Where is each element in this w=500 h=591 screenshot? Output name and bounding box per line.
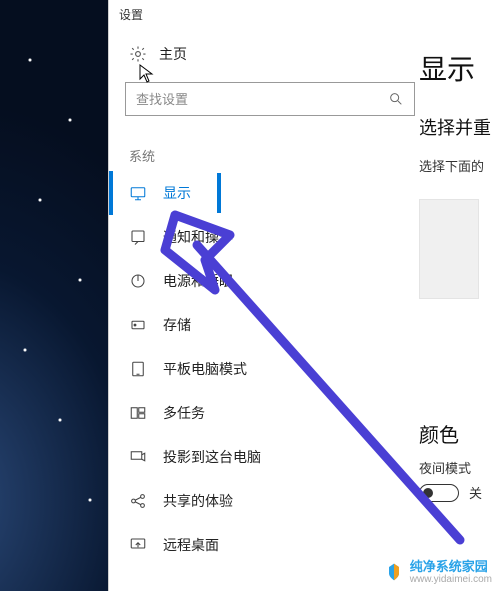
gear-icon [129,45,147,63]
sidebar-item-project[interactable]: 投影到这台电脑 [109,435,419,479]
watermark: 纯净系统家园 www.yidaimei.com [380,558,496,587]
watermark-name: 纯净系统家园 [410,560,492,574]
project-icon [129,448,147,466]
sidebar-item-label: 多任务 [163,403,205,423]
window-title: 设置 [119,6,143,23]
sidebar-item-label: 存储 [163,315,191,335]
sidebar-item-remote[interactable]: 远程桌面 [109,523,419,567]
sidebar-item-power[interactable]: 电源和睡眠 [109,259,419,303]
section-text: 选择下面的 [419,156,500,175]
display-icon [129,184,147,202]
sidebar-item-multitask[interactable]: 多任务 [109,391,419,435]
tablet-icon [129,360,147,378]
sidebar-item-display[interactable]: 显示 [109,171,419,215]
notification-icon [129,228,147,246]
window-titlebar: 设置 [109,0,500,28]
search-icon [388,91,404,107]
sidebar-item-label: 通知和操作 [163,227,233,247]
sidebar-item-tablet[interactable]: 平板电脑模式 [109,347,419,391]
night-mode-label: 夜间模式 [419,458,500,477]
sidebar-item-label: 远程桌面 [163,535,219,555]
sidebar-items: 显示 通知和操作 电源和睡眠 存储 [109,171,419,567]
sidebar-category: 系统 [109,120,419,171]
settings-window: 设置 主页 [108,0,500,591]
share-icon [129,492,147,510]
remote-icon [129,536,147,554]
night-mode-state: 关 [469,483,482,502]
watermark-url: www.yidaimei.com [410,574,492,585]
home-button[interactable]: 主页 [109,36,419,72]
power-icon [129,272,147,290]
sidebar-item-label: 平板电脑模式 [163,359,247,379]
sidebar-item-label: 共享的体验 [163,491,233,511]
sidebar: 主页 系统 [109,28,419,591]
display-preview[interactable] [419,199,479,299]
search-input[interactable] [125,82,415,116]
cursor-icon [139,64,155,84]
home-label: 主页 [159,44,187,64]
page-title: 显示 [419,48,500,88]
search-field[interactable] [136,92,388,107]
sidebar-item-label: 投影到这台电脑 [163,447,261,467]
multitask-icon [129,404,147,422]
sidebar-item-label: 电源和睡眠 [163,271,233,291]
content-panel: 显示 选择并重 选择下面的 颜色 夜间模式 关 [419,28,500,591]
sidebar-item-shared[interactable]: 共享的体验 [109,479,419,523]
watermark-logo-icon [384,562,404,582]
sidebar-item-label: 显示 [163,183,191,203]
sidebar-item-storage[interactable]: 存储 [109,303,419,347]
storage-icon [129,316,147,334]
sidebar-item-notifications[interactable]: 通知和操作 [109,215,419,259]
section-subheading: 选择并重 [419,114,500,140]
color-heading: 颜色 [419,419,500,448]
night-mode-toggle[interactable] [419,484,459,502]
